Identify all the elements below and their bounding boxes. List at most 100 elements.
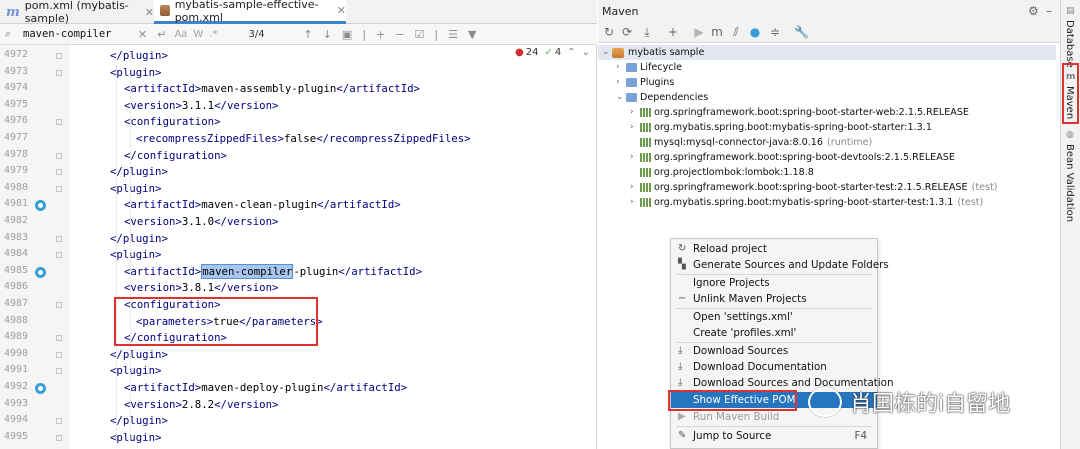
line-number: 4980	[4, 181, 29, 193]
overridden-method-icon[interactable]	[35, 200, 46, 212]
xml-tag: </plugin>	[110, 49, 168, 62]
download-icon[interactable]: ⤓	[640, 25, 654, 40]
reload-icon[interactable]: ↻	[602, 25, 616, 39]
watermark-text: 肖国栋的i自留地	[850, 392, 1011, 417]
gear-icon[interactable]: ⚙	[1028, 4, 1039, 18]
tree-node-dependencies[interactable]: ⌄ Dependencies	[616, 90, 708, 105]
in-selection-icon[interactable]: ☰	[448, 28, 458, 41]
code-line: <plugin>	[110, 363, 161, 380]
xml-tag: <recompressZippedFiles>	[136, 132, 284, 145]
chevron-icon[interactable]: ›	[630, 195, 640, 210]
search-input[interactable]: maven-compiler	[23, 28, 133, 40]
tree-node-dependency[interactable]: org.projectlombok:lombok:1.18.8	[630, 165, 818, 180]
database-tool-button[interactable]: Database	[1064, 20, 1075, 68]
select-all-occurrences-icon[interactable]: ▣	[342, 28, 352, 41]
menu-download-documentation[interactable]: ⤓ Download Documentation	[671, 359, 877, 375]
fold-icon[interactable]	[56, 368, 62, 375]
tree-node-label: mysql:mysql-connector-java:8.0.16	[654, 137, 824, 148]
fold-icon[interactable]	[56, 53, 62, 59]
fold-icon[interactable]	[56, 185, 62, 192]
fold-icon[interactable]	[56, 169, 62, 176]
menu-download-sources[interactable]: ⤓ Download Sources	[671, 343, 877, 359]
menu-generate-sources[interactable]: ▚ Generate Sources and Update Folders	[671, 257, 889, 273]
filter-icon[interactable]: ▼	[468, 28, 476, 41]
words-toggle[interactable]: W	[193, 29, 203, 40]
chevron-icon[interactable]: ⌄	[616, 90, 626, 105]
fold-icon[interactable]	[56, 235, 62, 242]
xml-tag: </configuration>	[124, 148, 227, 162]
minimize-icon[interactable]: –	[1046, 4, 1052, 18]
execute-goal-icon[interactable]: m	[710, 25, 724, 39]
menu-open-settings[interactable]: Open 'settings.xml'	[671, 309, 877, 325]
code-line: </plugin>	[110, 347, 168, 364]
tree-node-plugins[interactable]: › Plugins	[616, 75, 674, 90]
run-icon[interactable]: ▶	[692, 25, 706, 39]
overridden-method-icon[interactable]	[35, 383, 46, 394]
line-number: 4995	[4, 430, 29, 442]
add-icon[interactable]: +	[666, 25, 680, 39]
menu-ignore-projects[interactable]: Ignore Projects	[671, 275, 877, 291]
chevron-icon[interactable]: ⌄	[602, 45, 612, 60]
chevron-icon[interactable]: ›	[630, 180, 640, 195]
fold-icon[interactable]	[56, 335, 62, 342]
code-line: </configuration>	[124, 148, 227, 165]
chevron-icon[interactable]: ›	[616, 60, 626, 75]
fold-icon[interactable]	[56, 252, 62, 259]
close-icon[interactable]: ✕	[337, 4, 346, 17]
tree-node-label: org.mybatis.spring.boot:mybatis-spring-b…	[654, 122, 932, 133]
chevron-icon[interactable]: ›	[616, 75, 626, 90]
skip-tests-icon[interactable]: ●	[748, 25, 762, 39]
menu-reload-project[interactable]: ↻ Reload project	[671, 241, 877, 257]
wrench-icon[interactable]: 🔧	[794, 25, 809, 39]
menu-unlink-projects[interactable]: − Unlink Maven Projects	[671, 291, 877, 307]
xml-text: 3.1.0	[181, 215, 215, 228]
fold-icon[interactable]	[56, 152, 62, 159]
code-line: <artifactId>maven-clean-plugin</artifact…	[124, 197, 401, 214]
clear-icon[interactable]: ✕	[138, 28, 147, 41]
xml-tag: </recompressZippedFiles>	[316, 132, 471, 145]
chevron-icon[interactable]: ›	[630, 105, 640, 120]
tree-node-lifecycle[interactable]: › Lifecycle	[616, 60, 682, 75]
menu-create-profiles[interactable]: Create 'profiles.xml'	[671, 325, 877, 341]
fold-icon[interactable]	[56, 418, 62, 425]
next-occurrence-icon[interactable]: ↓	[323, 28, 332, 41]
tree-node-dependency[interactable]: › org.springframework.boot:spring-boot-de…	[630, 150, 959, 165]
tab-pom-xml[interactable]: m pom.xml (mybatis-sample) ✕	[0, 0, 154, 25]
line-number: 4993	[4, 397, 29, 409]
chevron-icon[interactable]: ›	[630, 120, 640, 135]
bean-validation-tool-button[interactable]: Bean Validation	[1064, 144, 1075, 222]
fold-icon[interactable]	[56, 434, 62, 441]
code-area[interactable]: </plugin> <plugin> <artifactId>maven-assem…	[70, 45, 597, 449]
fold-icon[interactable]	[56, 351, 62, 358]
add-occurrence-icon[interactable]: +	[376, 28, 385, 41]
xml-tag: <artifactId>	[124, 381, 202, 394]
tree-node-dependency[interactable]: mysql:mysql-connector-java:8.0.16 (runtim…	[630, 135, 872, 150]
tree-node-project[interactable]: ⌄ mybatis sample	[598, 45, 1056, 60]
tree-node-dependency[interactable]: › org.springframework.boot:spring-boot-st…	[630, 180, 998, 195]
tab-effective-pom[interactable]: mybatis-sample-effective-pom.xml ✕	[154, 0, 346, 24]
regex-toggle[interactable]: .*	[209, 29, 217, 40]
menu-jump-to-source[interactable]: ✎ Jump to Source F4	[671, 428, 877, 444]
fold-icon[interactable]	[56, 302, 62, 308]
bean-validation-icon: ◍	[1066, 130, 1074, 140]
chevron-icon[interactable]: ›	[630, 150, 640, 165]
tree-node-dependency[interactable]: › org.mybatis.spring.boot:mybatis-spring-…	[630, 120, 936, 135]
tree-node-label: mybatis sample	[628, 47, 705, 58]
previous-occurrence-icon[interactable]: ↑	[303, 28, 312, 41]
close-icon[interactable]: ✕	[145, 6, 154, 19]
tree-node-dependency[interactable]: › org.mybatis.spring.boot:mybatis-spring-…	[630, 195, 983, 210]
fold-icon[interactable]	[56, 69, 62, 76]
fold-icon[interactable]	[56, 119, 62, 126]
tree-node-label: Plugins	[640, 77, 675, 88]
toggle-offline-icon[interactable]: ⫽	[729, 25, 743, 40]
generate-sources-icon[interactable]: ⟳	[620, 25, 634, 39]
tree-node-dependency[interactable]: › org.springframework.boot:spring-boot-st…	[630, 105, 973, 120]
overridden-method-icon[interactable]	[35, 266, 46, 278]
download-icon: ⤓	[678, 345, 683, 356]
new-line-icon[interactable]: ↵	[157, 28, 166, 41]
select-occurrences-icon[interactable]: ☑	[414, 28, 424, 41]
remove-occurrence-icon[interactable]: −	[395, 28, 404, 41]
show-dependencies-icon[interactable]: ≑	[768, 25, 782, 39]
library-icon	[640, 198, 651, 207]
match-case-toggle[interactable]: Aa	[174, 29, 187, 40]
